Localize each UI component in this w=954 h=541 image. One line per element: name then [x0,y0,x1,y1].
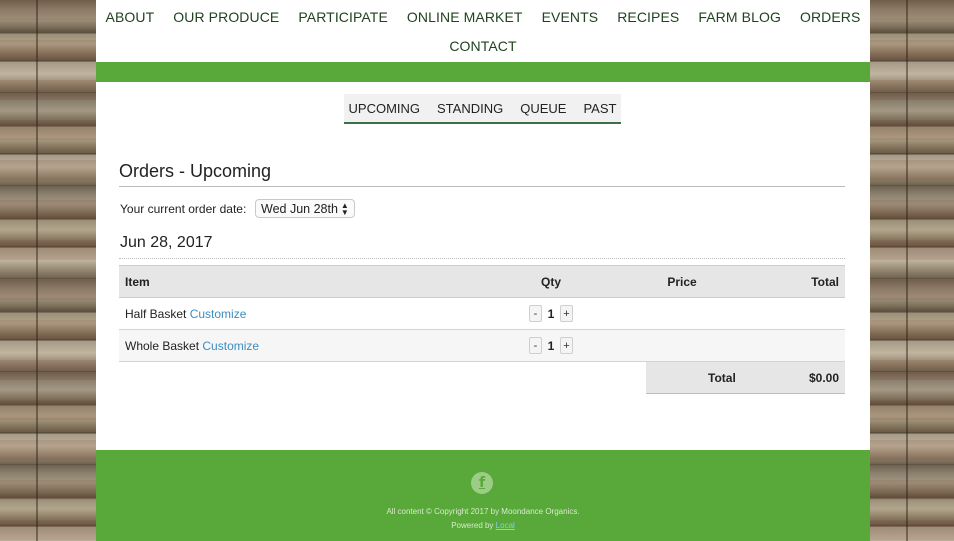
increment-button[interactable]: + [560,337,573,354]
tab-standing[interactable]: STANDING [437,101,503,116]
customize-link[interactable]: Customize [202,339,259,353]
title-divider [119,186,845,187]
item-cell: Half Basket Customize [119,297,481,330]
orders-table: Item Qty Price Total Half Basket Customi… [119,265,845,362]
item-cell: Whole Basket Customize [119,329,481,362]
tab-past[interactable]: PAST [583,101,616,116]
qty-cell: - 1 + [481,297,621,330]
header-green-bar [96,62,870,82]
price-cell [621,329,743,362]
nav-recipes[interactable]: RECIPES [617,9,679,25]
quantity-stepper: - 1 + [529,337,573,354]
nav-participate[interactable]: PARTICIPATE [298,9,388,25]
page-title: Orders - Upcoming [119,161,272,181]
quantity-value[interactable]: 1 [542,307,560,321]
decrement-button[interactable]: - [529,337,542,354]
table-row: Half Basket Customize - 1 + [119,297,845,330]
orders-subnav: UPCOMING STANDING QUEUE PAST [344,94,621,124]
nav-events[interactable]: EVENTS [542,9,599,25]
price-cell [621,297,743,330]
main-nav: ABOUT OUR PRODUCE PARTICIPATE ONLINE MAR… [96,0,870,61]
nav-contact[interactable]: CONTACT [449,38,516,54]
nav-online-market[interactable]: ONLINE MARKET [407,9,523,25]
order-date-label: Your current order date: [120,202,247,216]
facebook-icon[interactable]: f [471,472,493,494]
order-totals: Total $0.00 [646,362,845,394]
powered-by: Powered by Local [96,521,870,530]
nav-orders[interactable]: ORDERS [800,9,861,25]
nav-our-produce[interactable]: OUR PRODUCE [173,9,279,25]
order-date-value: Wed Jun 28th [261,201,338,216]
total-cell [743,297,845,330]
footer: f All content © Copyright 2017 by Moonda… [96,450,870,541]
wood-background-left [0,0,96,541]
header-qty: Qty [481,265,621,298]
total-amount: $0.00 [808,371,839,385]
nav-about[interactable]: ABOUT [106,9,155,25]
order-date-select[interactable]: Wed Jun 28th ▲ ▼ [255,199,355,218]
table-row: Whole Basket Customize - 1 + [119,329,845,362]
quantity-stepper: - 1 + [529,305,573,322]
customize-link[interactable]: Customize [190,307,247,321]
table-header-row: Item Qty Price Total [119,265,845,298]
main-content: ABOUT OUR PRODUCE PARTICIPATE ONLINE MAR… [96,0,870,541]
total-cell [743,329,845,362]
header-price: Price [621,265,743,298]
wood-background-right [870,0,954,541]
date-divider [119,258,845,259]
powered-by-link[interactable]: Local [496,521,515,530]
header-total: Total [743,265,845,298]
date-heading: Jun 28, 2017 [120,234,213,251]
nav-farm-blog[interactable]: FARM BLOG [698,9,781,25]
tab-queue[interactable]: QUEUE [520,101,566,116]
item-name: Half Basket [125,306,187,321]
quantity-value[interactable]: 1 [542,339,560,353]
powered-by-text: Powered by [451,521,494,530]
select-arrows-icon: ▲ ▼ [340,200,349,217]
total-label: Total [708,371,736,385]
decrement-button[interactable]: - [529,305,542,322]
copyright-text: All content © Copyright 2017 by Moondanc… [386,507,580,516]
tab-upcoming[interactable]: UPCOMING [349,101,421,116]
increment-button[interactable]: + [560,305,573,322]
header-item: Item [119,265,481,298]
qty-cell: - 1 + [481,329,621,362]
item-name: Whole Basket [125,338,200,353]
